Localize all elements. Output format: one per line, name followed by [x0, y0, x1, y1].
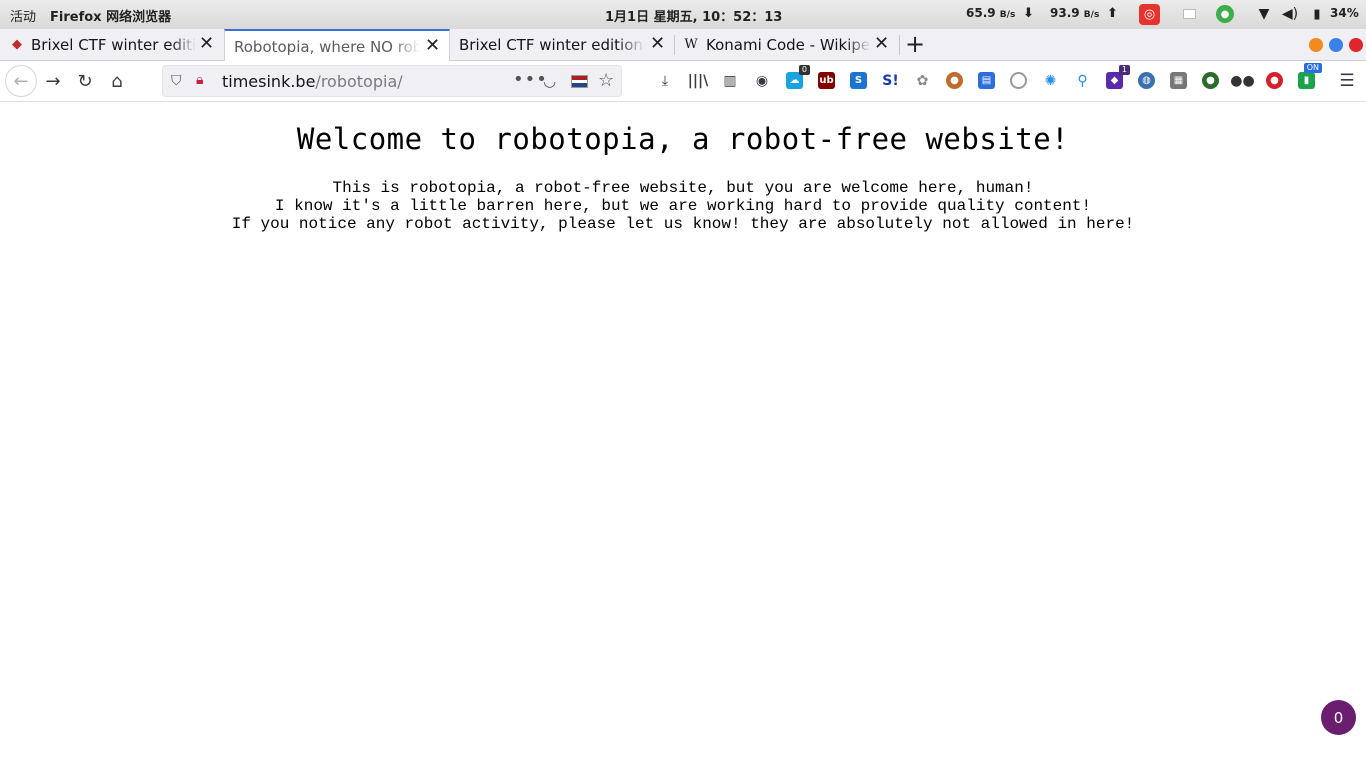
tab-title: Brixel CTF winter edition 2021	[459, 36, 645, 54]
extension-pin-icon[interactable]: ⚲	[1074, 72, 1091, 89]
close-tab-icon[interactable]: ✕	[199, 33, 214, 54]
close-window-button[interactable]	[1349, 38, 1363, 52]
url-text[interactable]: timesink.be/robotopia/	[222, 72, 403, 91]
ublock-origin-icon[interactable]: ub	[818, 72, 835, 89]
netherlands-flag-icon[interactable]	[571, 75, 588, 88]
page-paragraph: This is robotopia, a robot-free website,…	[0, 179, 1366, 233]
tab-brixel-ctf-2021[interactable]: Brixel CTF winter edition 2021 ✕	[450, 29, 675, 61]
pocket-icon[interactable]: ◡	[543, 72, 556, 90]
cookie-icon[interactable]: ●	[946, 72, 963, 89]
app-menu[interactable]: Firefox 网络浏览器	[50, 6, 171, 25]
extension-glasses-icon[interactable]: ●●	[1230, 72, 1255, 89]
tab-title: Konami Code - Wikipedia	[706, 36, 871, 54]
reload-button[interactable]: ↻	[72, 68, 98, 94]
extension-container-icon[interactable]: ▦	[1170, 72, 1187, 89]
page-content: Welcome to robotopia, a robot-free websi…	[0, 102, 1366, 768]
brixel-favicon-icon: ◆	[12, 37, 22, 52]
tab-strip: ◆ Brixel CTF winter edition ✕ Robotopia,…	[0, 29, 1366, 61]
close-tab-icon[interactable]: ✕	[425, 35, 440, 56]
wifi-icon[interactable]: ▼	[1255, 5, 1273, 23]
tray-window-icon[interactable]	[1180, 5, 1198, 23]
paragraph-line-3: If you notice any robot activity, please…	[231, 215, 1135, 233]
extension-puzzle-icon[interactable]: ✿	[914, 72, 931, 89]
extension-record-icon[interactable]: ●	[1266, 72, 1283, 89]
volume-icon[interactable]: ◀)	[1281, 5, 1299, 23]
extension-document-icon[interactable]: ▤	[978, 72, 995, 89]
download-arrow-icon: ⬇	[1023, 6, 1034, 21]
paragraph-line-2: I know it's a little barren here, but we…	[274, 197, 1092, 215]
net-download-speed: 65.9 B/s	[966, 6, 1016, 20]
insecure-connection-icon[interactable]: 🔒︎	[196, 72, 203, 88]
tab-title: Robotopia, where NO robots	[234, 38, 420, 56]
flag-stripe-blue	[572, 83, 587, 87]
extension-green-icon[interactable]: ●	[1202, 72, 1219, 89]
extension-bug-icon[interactable]: ✺	[1042, 72, 1059, 89]
system-top-bar: 活动 Firefox 网络浏览器 1月1日 星期五, 10：52：13 65.9…	[0, 0, 1366, 29]
url-bar[interactable]: ⛉ 🔒︎ timesink.be/robotopia/ ••• ◡ ☆	[162, 65, 622, 97]
activities-button[interactable]: 活动	[10, 6, 36, 25]
tab-brixel-ctf[interactable]: ◆ Brixel CTF winter edition ✕	[0, 29, 224, 61]
extension-globe-icon[interactable]: ◍	[1138, 72, 1155, 89]
extension-s-icon[interactable]: S	[850, 72, 867, 89]
wikipedia-favicon-icon: W	[684, 37, 698, 52]
home-button[interactable]: ⌂	[104, 68, 130, 94]
upload-arrow-icon: ⬆	[1107, 6, 1118, 21]
downloads-icon[interactable]: ⤓	[655, 71, 675, 91]
wechat-icon[interactable]: ●	[1216, 5, 1234, 23]
new-tab-button[interactable]: +	[905, 29, 925, 59]
minimize-window-button[interactable]	[1309, 38, 1323, 52]
net-upload-speed: 93.9 B/s	[1050, 6, 1100, 20]
extension-cloud-icon[interactable]: ☁ 0	[786, 65, 810, 89]
extension-circle-icon[interactable]	[1010, 72, 1027, 89]
close-tab-icon[interactable]: ✕	[650, 33, 665, 54]
back-button[interactable]: ←	[5, 65, 37, 97]
forward-button[interactable]: →	[40, 68, 66, 94]
account-icon[interactable]: ◉	[752, 71, 772, 91]
tab-robotopia[interactable]: Robotopia, where NO robots ✕	[224, 29, 450, 61]
close-tab-icon[interactable]: ✕	[874, 33, 889, 54]
sidebar-toggle-icon[interactable]: ▥	[720, 71, 740, 91]
tab-separator	[899, 35, 900, 55]
extension-purple-icon[interactable]: ◆ 1	[1106, 65, 1130, 89]
tab-konami-code[interactable]: W Konami Code - Wikipedia ✕	[675, 29, 900, 61]
library-icon[interactable]: |||\	[688, 71, 708, 91]
tray-window-shape	[1182, 9, 1196, 19]
paragraph-line-1: This is robotopia, a robot-free website,…	[332, 179, 1034, 197]
maximize-window-button[interactable]	[1329, 38, 1343, 52]
clock[interactable]: 1月1日 星期五, 10：52：13	[605, 6, 782, 25]
hamburger-menu-icon[interactable]: ☰	[1337, 71, 1357, 91]
tab-title: Brixel CTF winter edition	[31, 36, 196, 54]
extension-on-toggle-icon[interactable]: ▮ ON	[1298, 63, 1322, 89]
bookmark-star-icon[interactable]: ☆	[598, 70, 614, 91]
page-heading: Welcome to robotopia, a robot-free websi…	[296, 122, 1070, 156]
netease-music-icon[interactable]: ◎	[1139, 4, 1160, 25]
chat-widget-button[interactable]: 0	[1321, 700, 1356, 735]
battery-percent: 34%	[1330, 6, 1359, 20]
tracking-protection-shield-icon[interactable]: ⛉	[171, 73, 182, 89]
extension-s-red-icon[interactable]: S!	[882, 72, 899, 89]
navigation-toolbar: ← → ↻ ⌂ ⛉ 🔒︎ timesink.be/robotopia/ ••• …	[0, 61, 1366, 102]
battery-icon[interactable]: ▮	[1308, 5, 1326, 23]
